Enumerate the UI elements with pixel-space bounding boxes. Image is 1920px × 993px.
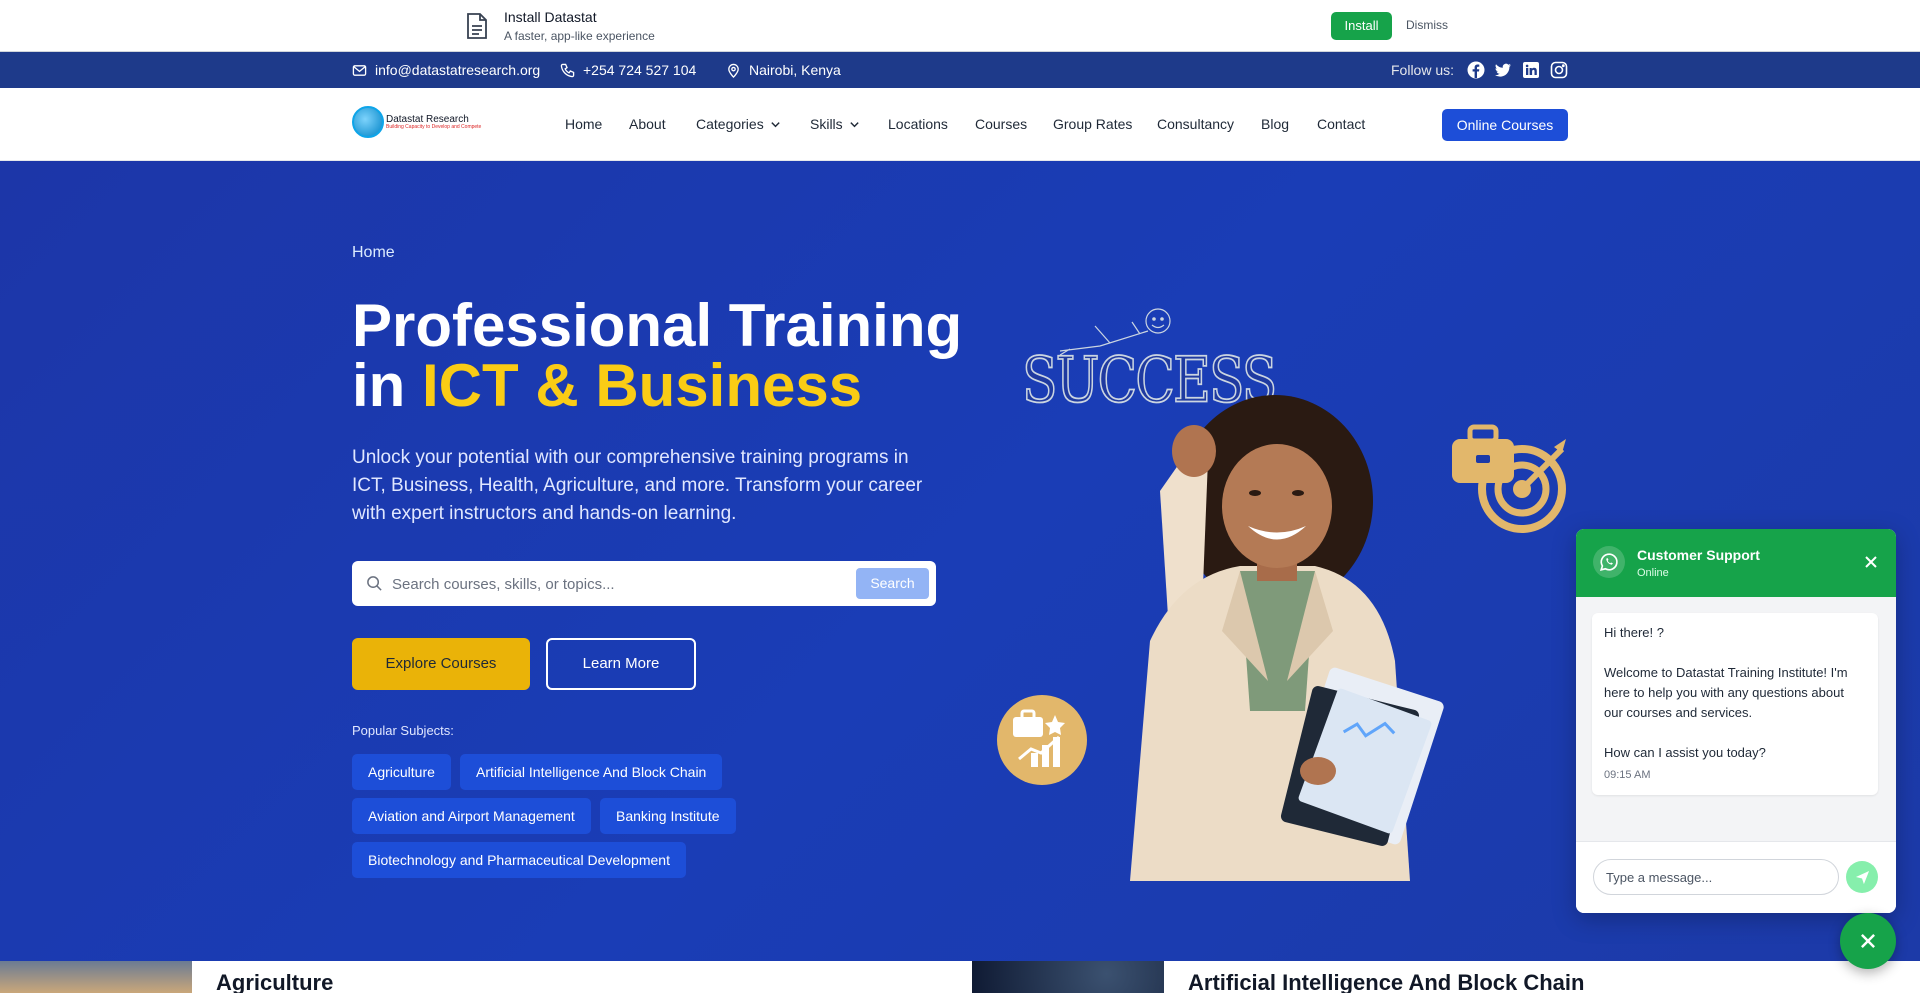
- nav-group-rates-label: Group Rates: [1053, 116, 1133, 132]
- nav-courses-label: Courses: [975, 116, 1028, 132]
- linkedin-icon[interactable]: [1522, 61, 1540, 79]
- chat-message-bubble: Hi there! ? Welcome to Datastat Training…: [1592, 613, 1878, 795]
- instagram-icon[interactable]: [1550, 61, 1568, 79]
- twitter-icon[interactable]: [1494, 61, 1512, 79]
- chat-title: Customer Support: [1637, 547, 1760, 563]
- nav-home-label: Home: [565, 116, 603, 132]
- hero-title-in: in: [352, 352, 422, 419]
- subject-chip[interactable]: Agriculture: [352, 754, 451, 790]
- nav-about-label: About: [629, 116, 666, 132]
- mail-icon: [352, 64, 367, 76]
- chat-welcome: Welcome to Datastat Training Institute! …: [1604, 665, 1848, 720]
- location-text: Nairobi, Kenya: [749, 62, 841, 78]
- nav-locations-label: Locations: [888, 116, 948, 132]
- phone-text: +254 724 527 104: [583, 62, 697, 78]
- chat-timestamp: 09:15 AM: [1604, 769, 1651, 781]
- install-banner: Install Datastat A faster, app-like expe…: [0, 0, 1920, 52]
- nav-contact-label: Contact: [1317, 116, 1366, 132]
- email-contact[interactable]: info@datastatresearch.org: [352, 52, 540, 88]
- globe-logo-icon: [352, 106, 384, 138]
- install-subtitle: A faster, app-like experience: [504, 29, 655, 43]
- nav-about[interactable]: About: [629, 116, 666, 132]
- nav-blog-label: Blog: [1261, 116, 1290, 132]
- chat-message-input[interactable]: [1593, 859, 1839, 895]
- nav-consultancy-label: Consultancy: [1157, 116, 1235, 132]
- close-icon: [1861, 934, 1875, 948]
- nav-skills-label: Skills: [810, 116, 843, 132]
- online-courses-button[interactable]: Online Courses: [1442, 109, 1568, 141]
- subject-chip[interactable]: Aviation and Airport Management: [352, 798, 591, 834]
- install-button[interactable]: Install: [1331, 12, 1392, 40]
- close-icon[interactable]: [1862, 553, 1880, 571]
- chat-messages: Hi there! ? Welcome to Datastat Training…: [1576, 597, 1896, 841]
- location-contact: Nairobi, Kenya: [726, 52, 841, 88]
- subject-chip[interactable]: Banking Institute: [600, 798, 736, 834]
- nav-categories[interactable]: Categories: [696, 116, 781, 132]
- course-search-box: Search: [352, 561, 936, 606]
- phone-contact[interactable]: +254 724 527 104: [560, 52, 696, 88]
- facebook-icon[interactable]: [1467, 61, 1485, 79]
- chat-composer: [1576, 841, 1896, 913]
- support-chat-window: Customer Support Online Hi there! ? Welc…: [1576, 529, 1896, 913]
- hero-title-line1: Professional Training: [352, 292, 963, 359]
- explore-courses-button[interactable]: Explore Courses: [352, 638, 530, 690]
- chat-header: Customer Support Online: [1576, 529, 1896, 597]
- chevron-down-icon: [849, 121, 859, 127]
- site-logo[interactable]: Datastat Research Building Capacity to D…: [352, 106, 481, 138]
- nav-locations[interactable]: Locations: [888, 116, 948, 132]
- growth-chart-badge-icon: [997, 695, 1087, 785]
- nav-consultancy[interactable]: Consultancy: [1157, 116, 1234, 132]
- logo-tagline: Building Capacity to Develop and Compete: [386, 123, 482, 130]
- email-text: info@datastatresearch.org: [375, 62, 541, 78]
- document-icon: [467, 13, 487, 39]
- category-cards-strip: Agriculture Artificial Intelligence And …: [0, 961, 1920, 993]
- send-button[interactable]: [1846, 861, 1878, 893]
- map-pin-icon: [728, 63, 739, 78]
- chat-question: How can I assist you today?: [1604, 745, 1766, 760]
- chat-greeting: Hi there! ?: [1604, 625, 1664, 640]
- install-title: Install Datastat: [504, 9, 597, 25]
- send-icon: [1855, 870, 1869, 884]
- nav-blog[interactable]: Blog: [1261, 116, 1289, 132]
- agriculture-card-title[interactable]: Agriculture: [216, 970, 333, 993]
- stick-figure-doodle: [1059, 308, 1171, 356]
- nav-courses[interactable]: Courses: [975, 116, 1027, 132]
- breadcrumb[interactable]: Home: [352, 244, 395, 262]
- nav-contact[interactable]: Contact: [1317, 116, 1365, 132]
- agriculture-card-image[interactable]: [0, 961, 192, 993]
- chat-status: Online: [1637, 567, 1669, 579]
- search-button[interactable]: Search: [856, 568, 929, 599]
- logo-text-block: Datastat Research Building Capacity to D…: [386, 114, 481, 131]
- hero-title-accent: ICT & Business: [422, 352, 863, 419]
- chat-toggle-button[interactable]: [1840, 913, 1896, 969]
- subject-chip[interactable]: Biotechnology and Pharmaceutical Develop…: [352, 842, 686, 878]
- chevron-down-icon: [771, 121, 780, 127]
- contact-bar: info@datastatresearch.org +254 724 527 1…: [0, 52, 1920, 88]
- ai-blockchain-card-image[interactable]: [972, 961, 1164, 993]
- nav-group-rates[interactable]: Group Rates: [1053, 116, 1132, 132]
- phone-icon: [560, 63, 575, 77]
- nav-home[interactable]: Home: [565, 116, 602, 132]
- subject-chip[interactable]: Artificial Intelligence And Block Chain: [460, 754, 723, 790]
- whatsapp-icon: [1593, 546, 1625, 578]
- search-input[interactable]: [392, 569, 842, 599]
- hero-title: Professional Training in ICT & Business: [352, 296, 972, 416]
- popular-subjects-label: Popular Subjects:: [352, 723, 454, 738]
- nav-categories-label: Categories: [696, 116, 764, 132]
- briefcase-target-icon: [1452, 424, 1566, 533]
- search-icon: [367, 576, 382, 591]
- follow-label: Follow us:: [1391, 62, 1455, 78]
- learn-more-button[interactable]: Learn More: [546, 638, 696, 690]
- dismiss-button[interactable]: Dismiss: [1406, 18, 1448, 32]
- hero-description: Unlock your potential with our comprehen…: [352, 447, 923, 524]
- woman-professional-illustration: [1130, 395, 1444, 881]
- main-navbar: Datastat Research Building Capacity to D…: [0, 88, 1920, 161]
- ai-blockchain-card-title[interactable]: Artificial Intelligence And Block Chain: [1188, 970, 1584, 993]
- nav-skills[interactable]: Skills: [810, 116, 860, 132]
